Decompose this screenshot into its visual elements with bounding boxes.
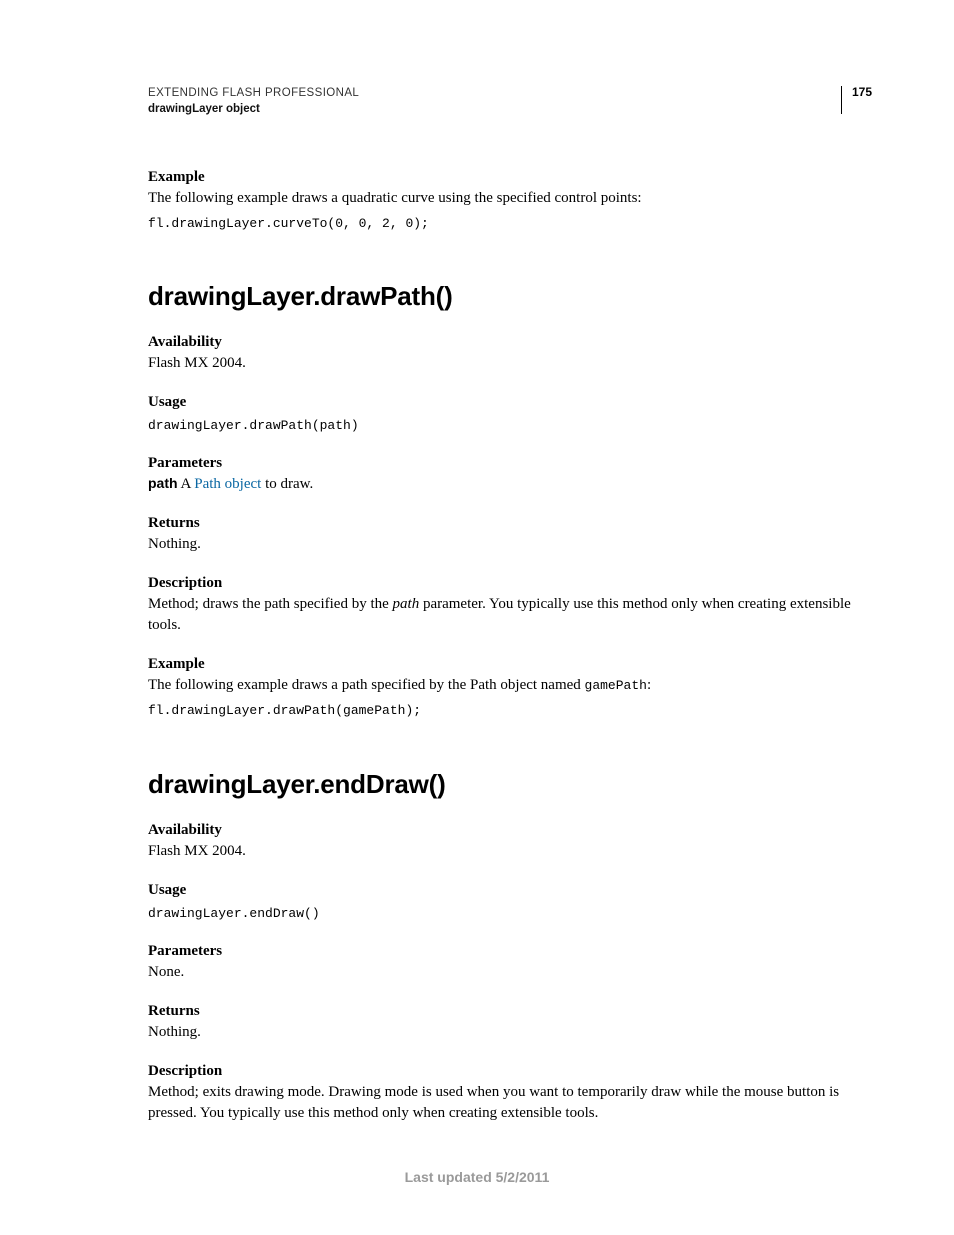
footer-updated: Last updated 5/2/2011 (0, 1169, 954, 1185)
availability-label: Availability (148, 334, 872, 351)
desc-a: Method; draws the path specified by the (148, 596, 393, 612)
header-subtitle: drawingLayer object (148, 102, 359, 118)
returns-label: Returns (148, 1003, 872, 1020)
example-text: The following example draws a path speci… (148, 675, 872, 696)
availability-text: Flash MX 2004. (148, 353, 872, 374)
example-text: The following example draws a quadratic … (148, 188, 872, 209)
header-right: 175 (841, 86, 872, 114)
method-heading-enddraw: drawingLayer.endDraw() (148, 769, 872, 800)
usage-code: drawingLayer.endDraw() (148, 905, 872, 923)
param-suffix: to draw. (261, 476, 313, 492)
desc-param: path (393, 596, 420, 612)
ex-inline-code: gamePath (585, 678, 647, 693)
usage-code: drawingLayer.drawPath(path) (148, 417, 872, 435)
returns-label: Returns (148, 515, 872, 532)
description-text: Method; draws the path specified by the … (148, 594, 872, 636)
description-text: Method; exits drawing mode. Drawing mode… (148, 1082, 872, 1124)
parameters-label: Parameters (148, 455, 872, 472)
page-number: 175 (841, 86, 872, 114)
example-code: fl.drawingLayer.curveTo(0, 0, 2, 0); (148, 215, 872, 233)
returns-text: Nothing. (148, 534, 872, 555)
page-content: EXTENDING FLASH PROFESSIONAL drawingLaye… (0, 0, 954, 1124)
param-name: path (148, 475, 178, 491)
availability-label: Availability (148, 822, 872, 839)
header-title: EXTENDING FLASH PROFESSIONAL (148, 86, 359, 102)
description-label: Description (148, 1063, 872, 1080)
ex-b: : (647, 677, 651, 693)
usage-label: Usage (148, 882, 872, 899)
param-prefix: A (178, 476, 195, 492)
returns-text: Nothing. (148, 1022, 872, 1043)
example-label: Example (148, 169, 872, 186)
usage-label: Usage (148, 394, 872, 411)
parameters-text: None. (148, 962, 872, 983)
example-code: fl.drawingLayer.drawPath(gamePath); (148, 702, 872, 720)
description-label: Description (148, 575, 872, 592)
ex-a: The following example draws a path speci… (148, 677, 585, 693)
availability-text: Flash MX 2004. (148, 841, 872, 862)
header-left: EXTENDING FLASH PROFESSIONAL drawingLaye… (148, 86, 359, 117)
parameters-label: Parameters (148, 943, 872, 960)
path-object-link[interactable]: Path object (194, 476, 261, 492)
example-label: Example (148, 656, 872, 673)
parameter-line: path A Path object to draw. (148, 474, 872, 495)
method-heading-drawpath: drawingLayer.drawPath() (148, 281, 872, 312)
running-header: EXTENDING FLASH PROFESSIONAL drawingLaye… (148, 86, 872, 117)
